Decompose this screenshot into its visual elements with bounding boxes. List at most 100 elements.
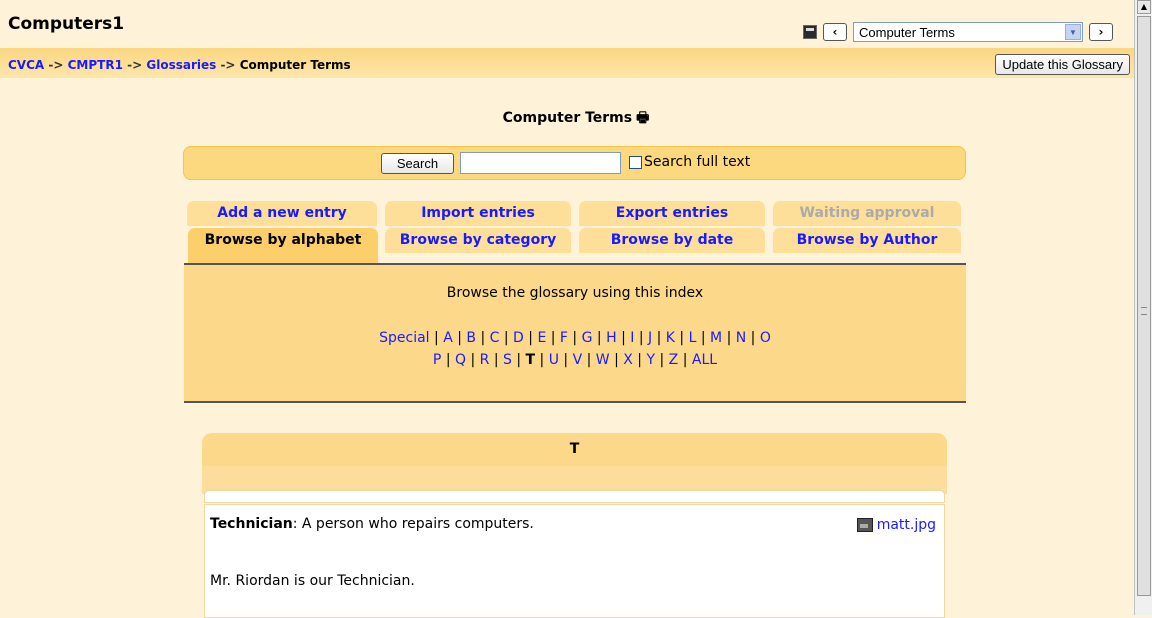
breadcrumb-cmptr1[interactable]: CMPTR1 (68, 58, 123, 72)
search-bar: Search Search full text (183, 146, 966, 180)
index-separator: | (466, 352, 480, 368)
alphabet-line-2: P | Q | R | S | T | U | V | W | X | Y | … (184, 349, 966, 371)
index-letter-b[interactable]: B (466, 330, 476, 346)
index-separator: | (634, 330, 649, 346)
index-letter-a[interactable]: A (443, 330, 453, 346)
glossary-entry: Technician: A person who repairs compute… (204, 504, 945, 618)
previous-button[interactable]: ‹ (823, 23, 847, 41)
index-letter-e[interactable]: E (537, 330, 546, 346)
index-letter-d[interactable]: D (513, 330, 524, 346)
page-title-row: Computer Terms 🖶 (0, 107, 1152, 131)
index-separator: | (452, 330, 467, 346)
fulltext-label: Search full text (644, 154, 751, 170)
index-letter-g[interactable]: G (582, 330, 593, 346)
index-separator: | (696, 330, 711, 346)
activity-jump-select-value: Computer Terms (859, 25, 955, 40)
tab-browse-alphabet[interactable]: Browse by alphabet (188, 228, 378, 263)
scrollbar-grip-icon (1141, 307, 1147, 315)
fulltext-checkbox[interactable] (629, 155, 642, 169)
index-separator: | (489, 352, 504, 368)
index-letter-n[interactable]: N (736, 330, 746, 346)
index-letter-f[interactable]: F (560, 330, 568, 346)
index-letter-h[interactable]: H (606, 330, 617, 346)
scrollbar-thumb[interactable] (1137, 16, 1151, 596)
index-letter-q[interactable]: Q (455, 352, 466, 368)
index-separator: | (558, 352, 573, 368)
vertical-scrollbar[interactable]: ▲ (1134, 0, 1152, 615)
index-letter-m[interactable]: M (710, 330, 722, 346)
search-input[interactable] (460, 152, 621, 174)
index-separator: | (567, 330, 582, 346)
index-letter-special[interactable]: Special (379, 330, 429, 346)
index-intro: Browse the glossary using this index (446, 285, 704, 301)
tab-export-entries[interactable]: Export entries (579, 201, 765, 226)
index-letter-z[interactable]: Z (669, 352, 679, 368)
tab-browse-date[interactable]: Browse by date (579, 228, 765, 253)
index-letter-all[interactable]: ALL (692, 352, 717, 368)
entry-term: Technician (210, 516, 293, 532)
scroll-up-icon[interactable]: ▲ (1137, 0, 1151, 14)
jump-navigation: ‹ Computer Terms ▼ › (803, 22, 1113, 42)
chevron-down-icon[interactable]: ▼ (1065, 24, 1081, 40)
index-separator: | (655, 352, 669, 368)
activity-jump-select[interactable]: Computer Terms ▼ (853, 22, 1083, 42)
entry-definition: : A person who repairs computers. (292, 516, 534, 532)
tab-add-entry[interactable]: Add a new entry (187, 201, 377, 226)
index-separator: | (609, 352, 624, 368)
page-title: Computer Terms (502, 110, 633, 126)
letter-heading-bar: T (202, 433, 947, 466)
index-letter-o[interactable]: O (760, 330, 771, 346)
index-separator: | (652, 330, 666, 346)
entry-attachment[interactable]: matt.jpg (856, 517, 936, 533)
printer-icon[interactable]: 🖶 (636, 107, 649, 131)
index-separator: | (722, 330, 736, 346)
tab-import-entries[interactable]: Import entries (385, 201, 571, 226)
tab-browse-category[interactable]: Browse by category (385, 228, 571, 253)
index-separator: | (592, 330, 607, 346)
search-button[interactable]: Search (381, 153, 454, 174)
breadcrumb: CVCA -> CMPTR1 -> Glossaries -> Computer… (8, 58, 351, 72)
alphabet-line-1: Special | A | B | C | D | E | F | G | H … (184, 327, 966, 349)
index-separator: | (632, 352, 647, 368)
index-letter-w[interactable]: W (596, 352, 610, 368)
index-separator: | (616, 330, 631, 346)
index-letter-k[interactable]: K (666, 330, 675, 346)
update-glossary-button[interactable]: Update this Glossary (995, 54, 1130, 75)
index-separator: | (441, 352, 455, 368)
index-letter-y[interactable]: Y (646, 352, 655, 368)
breadcrumb-cvca[interactable]: CVCA (8, 58, 44, 72)
index-letter-t: T (525, 352, 536, 368)
index-letter-s[interactable]: S (503, 352, 512, 368)
index-separator: | (678, 352, 692, 368)
breadcrumb-current: Computer Terms (239, 58, 351, 72)
alphabet-index-panel: Browse the glossary using this index Spe… (184, 263, 966, 403)
index-letter-u[interactable]: U (549, 352, 559, 368)
entry-note: Mr. Riordan is our Technician. (210, 573, 415, 589)
attachment-link[interactable]: matt.jpg (877, 517, 936, 533)
header-bar: Computers1 ‹ Computer Terms ▼ › (0, 0, 1134, 48)
index-separator: | (429, 330, 444, 346)
save-icon[interactable] (803, 25, 817, 39)
breadcrumb-glossaries[interactable]: Glossaries (146, 58, 216, 72)
tab-browse-author[interactable]: Browse by Author (773, 228, 961, 253)
index-separator: | (535, 352, 549, 368)
index-separator: | (746, 330, 760, 346)
breadcrumb-separator: -> (48, 58, 64, 72)
index-separator: | (582, 352, 596, 368)
index-letter-x[interactable]: X (623, 352, 633, 368)
index-separator: | (511, 352, 526, 368)
index-separator: | (674, 330, 689, 346)
fulltext-option[interactable]: Search full text (629, 154, 750, 170)
next-button[interactable]: › (1089, 23, 1113, 41)
index-letter-v[interactable]: V (573, 352, 583, 368)
alphabet-index: Special | A | B | C | D | E | F | G | H … (184, 327, 966, 371)
index-separator: | (523, 330, 538, 346)
index-letter-c[interactable]: C (490, 330, 500, 346)
letter-heading: T (569, 441, 580, 457)
index-letter-r[interactable]: R (480, 352, 490, 368)
tab-waiting-approval: Waiting approval (773, 201, 961, 226)
entry-text: Technician: A person who repairs compute… (210, 516, 534, 532)
breadcrumb-separator: -> (220, 58, 236, 72)
index-separator: | (499, 330, 514, 346)
index-separator: | (546, 330, 560, 346)
